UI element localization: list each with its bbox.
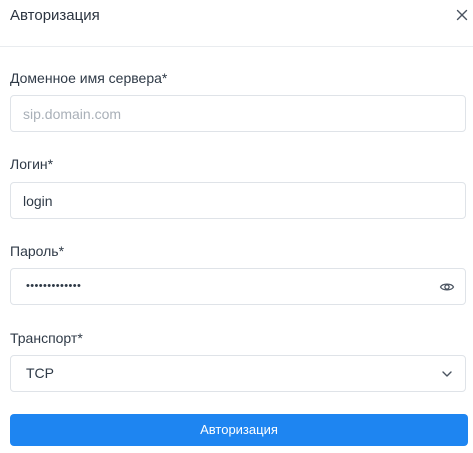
show-password-button[interactable] — [439, 279, 455, 295]
login-label: Логин* — [10, 156, 54, 172]
server-domain-input[interactable] — [10, 95, 466, 132]
close-button[interactable] — [454, 7, 470, 23]
dialog-header: Авторизация — [0, 0, 473, 47]
eye-icon — [439, 283, 455, 291]
password-masked-value: ••••••••••••• — [26, 280, 82, 292]
login-input[interactable] — [10, 182, 466, 219]
chevron-down-icon — [442, 371, 452, 377]
dialog-title: Авторизация — [10, 7, 100, 24]
transport-label: Транспорт* — [10, 330, 83, 346]
server-label: Доменное имя сервера* — [10, 70, 168, 86]
password-label: Пароль* — [10, 243, 65, 259]
transport-selected-value: TCP — [26, 365, 54, 381]
close-icon — [456, 9, 468, 21]
password-field[interactable]: ••••••••••••• — [10, 268, 466, 305]
transport-select[interactable]: TCP — [10, 355, 466, 392]
authorize-button[interactable]: Авторизация — [10, 414, 468, 446]
auth-dialog: Авторизация Доменное имя сервера* Логин*… — [0, 0, 473, 453]
